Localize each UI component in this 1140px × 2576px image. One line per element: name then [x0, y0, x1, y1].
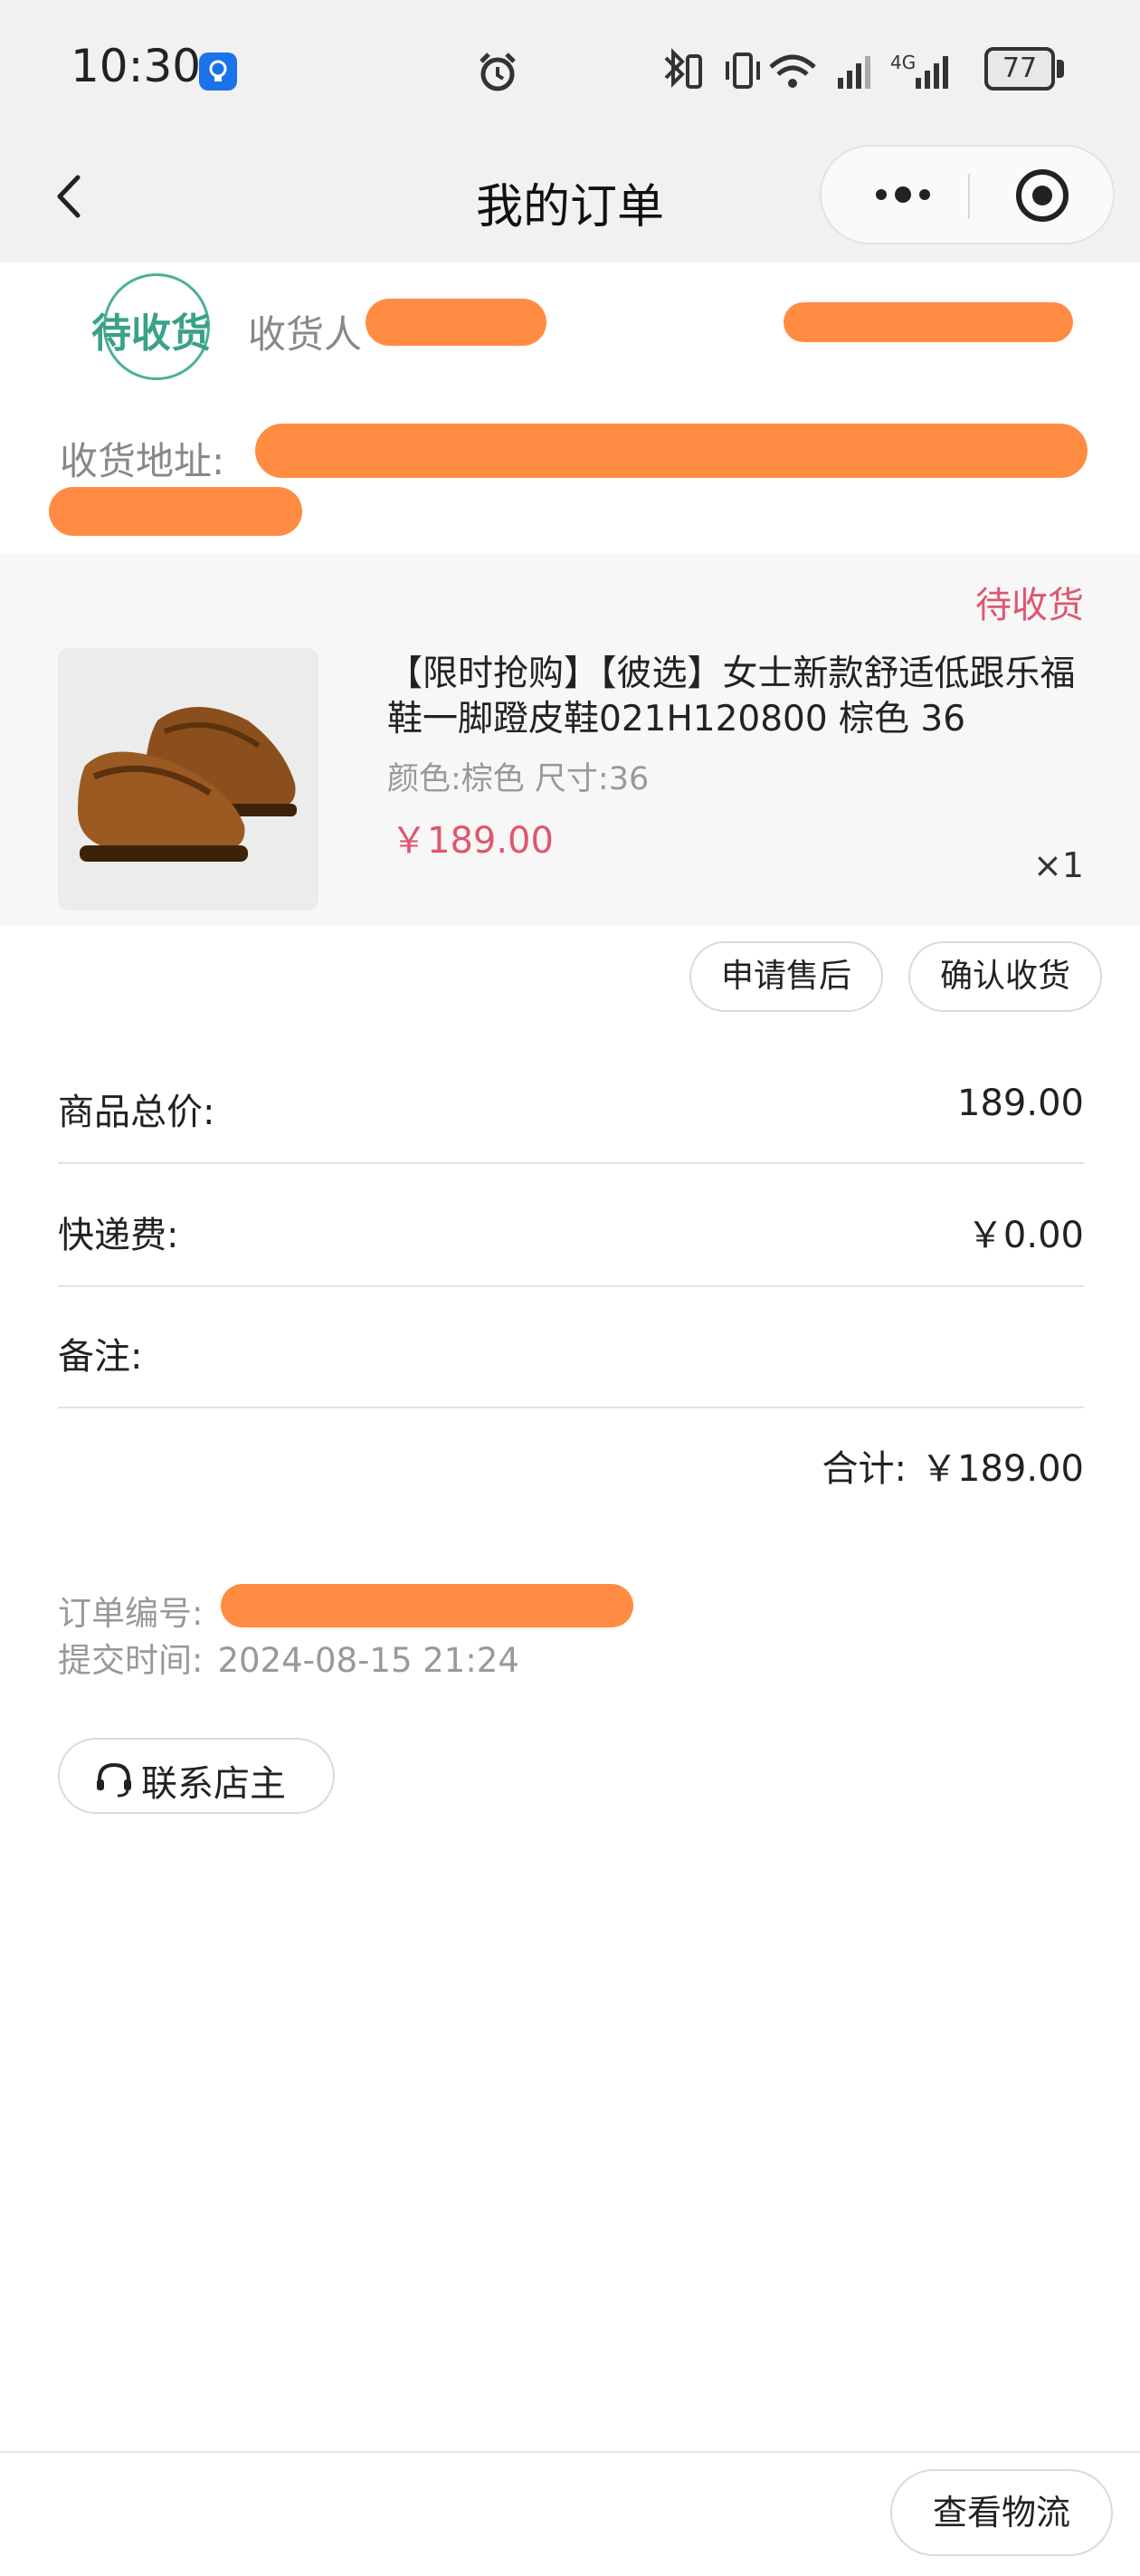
wifi-icon: [769, 54, 816, 88]
order-status: 待收货: [975, 585, 1084, 626]
order-number-line: 订单编号:: [58, 1586, 203, 1635]
bulb-notification-icon: [199, 52, 237, 91]
close-miniprogram-icon[interactable]: [1013, 167, 1071, 224]
view-logistics-button[interactable]: 查看物流: [890, 2469, 1113, 2556]
status-time: 10:30: [71, 40, 202, 92]
remark-label: 备注:: [58, 1336, 143, 1378]
bluetooth-icon: [664, 48, 685, 88]
order-item-card[interactable]: 待收货 【限时抢购】【彼选】女士新款舒适低跟乐福鞋一脚蹬皮鞋021H120800…: [0, 554, 1140, 925]
signal-icon: [838, 56, 870, 89]
battery-icon: 77: [984, 47, 1055, 91]
submit-time-value: 2024-08-15 21:24: [217, 1641, 519, 1680]
redaction-address: [255, 424, 1088, 478]
order-total-label: 合计:: [822, 1448, 907, 1490]
remark-row: 备注:: [58, 1285, 1084, 1408]
recipient-label: 收货人: [248, 312, 363, 357]
order-total: 合计: ￥189.00: [808, 1439, 1084, 1492]
alarm-icon: [474, 49, 521, 100]
vibrate-icon: [726, 52, 760, 89]
goods-total-label: 商品总价:: [58, 1092, 215, 1133]
redaction-recipient-name: [366, 299, 546, 346]
product-spec: 颜色:棕色 尺寸:36: [387, 761, 650, 797]
shipping-address-card: 待收货 收货人 收货地址:: [0, 262, 1140, 552]
product-price: ￥189.00: [391, 820, 554, 862]
goods-total-value: 189.00: [957, 1083, 1084, 1124]
signal-icon-2: [916, 56, 948, 89]
status-bar: 10:30 4G 77: [0, 0, 1140, 136]
redaction-recipient-phone: [784, 302, 1073, 342]
nav-bar: 我的订单: [0, 136, 1140, 262]
product-name[interactable]: 【限时抢购】【彼选】女士新款舒适低跟乐福鞋一脚蹬皮鞋021H120800 棕色 …: [387, 652, 1102, 742]
bottom-action-bar: 查看物流: [0, 2451, 1140, 2576]
svg-text:4G: 4G: [890, 52, 916, 73]
status-stamp: 待收货: [83, 273, 217, 389]
stamp-text: 待收货: [91, 310, 211, 357]
redaction-address-line2: [49, 487, 302, 536]
battery-tip: [1057, 60, 1064, 78]
submit-time-label: 提交时间:: [58, 1641, 204, 1680]
shipping-fee-row: 快递费: ￥0.00: [58, 1164, 1084, 1287]
order-number-label: 订单编号:: [58, 1594, 204, 1633]
confirm-receipt-button[interactable]: 确认收货: [908, 941, 1102, 1012]
redaction-order-number: [221, 1584, 633, 1627]
order-total-value: ￥189.00: [921, 1448, 1084, 1490]
goods-total-row: 商品总价: 189.00: [58, 1041, 1084, 1164]
miniprogram-capsule: [820, 145, 1115, 244]
shipping-fee-label: 快递费:: [58, 1215, 179, 1256]
after-sales-button[interactable]: 申请售后: [689, 941, 883, 1012]
submit-time-line: 提交时间: 2024-08-15 21:24: [58, 1633, 519, 1682]
contact-seller-button[interactable]: 联系店主: [58, 1738, 335, 1814]
capsule-divider: [968, 174, 970, 219]
more-icon[interactable]: [858, 172, 948, 217]
contact-seller-label: 联系店主: [141, 1763, 286, 1805]
product-image[interactable]: [58, 648, 318, 911]
headset-icon: [94, 1760, 134, 1799]
shipping-fee-value: ￥0.00: [966, 1215, 1084, 1256]
address-label: 收货地址:: [60, 439, 225, 483]
product-quantity: ×1: [1032, 845, 1084, 885]
